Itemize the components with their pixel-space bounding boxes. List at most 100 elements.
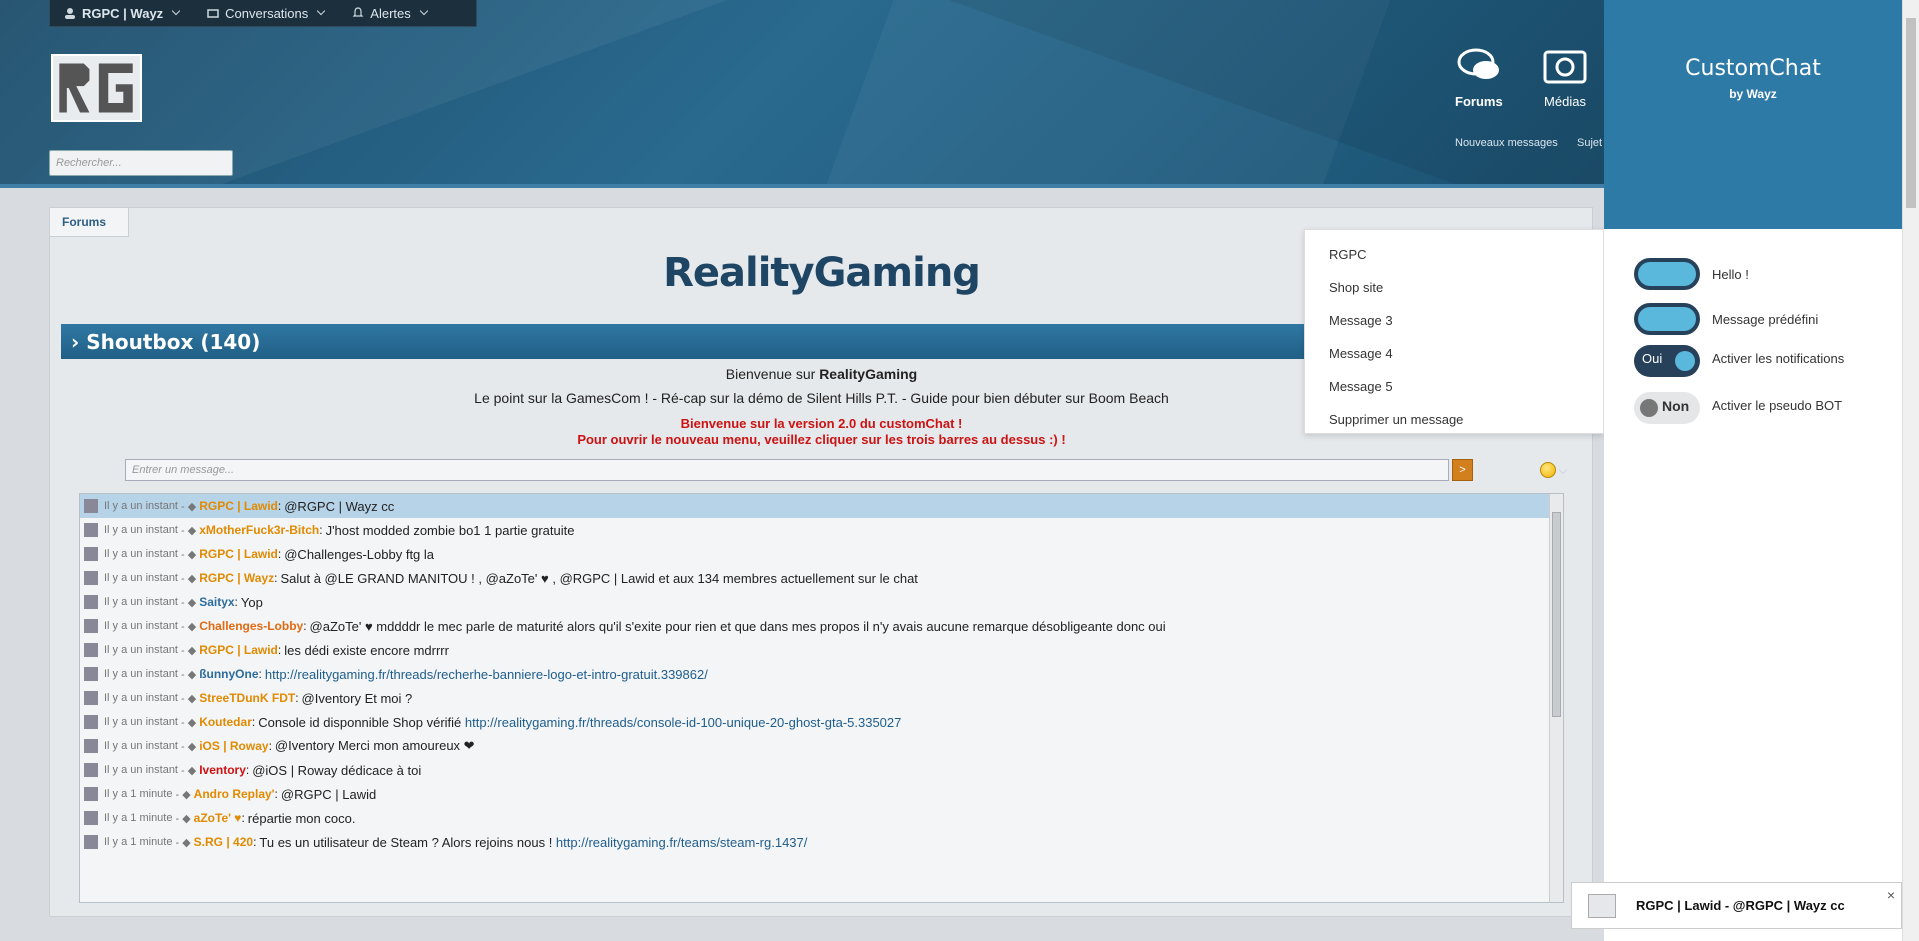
message-time: Il y a un instant: [104, 572, 178, 584]
message-user[interactable]: S.RG | 420: [194, 835, 253, 849]
tag-icon: - ◆: [181, 572, 197, 585]
option-notifications[interactable]: Oui Activer les notifications: [1634, 345, 1844, 377]
alerts-menu[interactable]: Alertes: [338, 0, 440, 26]
welcome-text: Bienvenue sur: [725, 366, 820, 382]
message-time: Il y a un instant: [104, 500, 178, 512]
message-user[interactable]: RGPC | Lawid: [199, 643, 278, 657]
message-link[interactable]: http://realitygaming.fr/threads/console-…: [465, 715, 901, 730]
avatar[interactable]: [84, 547, 98, 561]
search-input[interactable]: Rechercher...: [49, 150, 233, 176]
avatar[interactable]: [84, 643, 98, 657]
chat-bubbles-icon: [1457, 48, 1499, 79]
message-user[interactable]: RGPC | Lawid: [199, 499, 278, 513]
dropdown-item[interactable]: Shop site: [1305, 271, 1603, 304]
customchat-header: CustomChat by Wayz: [1604, 0, 1902, 229]
avatar[interactable]: [84, 571, 98, 585]
chat-scrollbar[interactable]: [1549, 494, 1563, 902]
message-time: Il y a un instant: [104, 764, 178, 776]
predefined-toggle[interactable]: [1634, 303, 1700, 335]
message-time: Il y a un instant: [104, 524, 178, 536]
message-text: @iOS | Roway dédicace à toi: [252, 762, 422, 778]
chevron-down-icon: [419, 6, 428, 16]
chat-message: Il y a 1 minute - ◆ aZoTe' ♥: répartie mon …: [80, 806, 1563, 830]
message-user[interactable]: iOS | Roway: [199, 739, 268, 753]
avatar[interactable]: [84, 811, 98, 825]
close-icon[interactable]: ×: [1887, 887, 1895, 903]
message-time: Il y a un instant: [104, 668, 178, 680]
hello-toggle[interactable]: [1634, 258, 1700, 290]
avatar[interactable]: [84, 619, 98, 633]
chat-message: Il y a 1 minute - ◆ Andro Replay': @RGPC | …: [80, 782, 1563, 806]
breadcrumb: Forums: [49, 207, 130, 237]
message-text: http://realitygaming.fr/threads/recherhe…: [265, 667, 708, 682]
message-time: Il y a 1 minute: [104, 788, 173, 800]
conversations-menu[interactable]: Conversations: [193, 0, 338, 26]
message-user[interactable]: Andro Replay': [194, 787, 275, 801]
option-bot[interactable]: Non Activer le pseudo BOT: [1634, 392, 1842, 424]
dropdown-item[interactable]: Message 3: [1305, 304, 1603, 337]
option-hello[interactable]: Hello !: [1634, 258, 1749, 290]
subnav-threads[interactable]: Sujet: [1577, 137, 1602, 149]
bell-icon: [352, 7, 364, 17]
message-user[interactable]: RGPC | Lawid: [199, 547, 278, 561]
avatar[interactable]: [84, 763, 98, 777]
subnav-new-posts[interactable]: Nouveaux messages: [1455, 137, 1558, 149]
page-scrollbar[interactable]: [1902, 0, 1919, 941]
site-logo[interactable]: [51, 54, 142, 122]
message-time: Il y a un instant: [104, 716, 178, 728]
tag-icon: - ◆: [181, 764, 197, 777]
avatar[interactable]: [84, 787, 98, 801]
nav-forums[interactable]: Forums: [1455, 46, 1503, 109]
dropdown-item[interactable]: RGPC: [1305, 238, 1603, 271]
message-time: Il y a un instant: [104, 740, 178, 752]
message-user[interactable]: aZoTe' ♥: [194, 811, 242, 825]
message-user[interactable]: ßunnyOne: [199, 667, 258, 681]
message-link[interactable]: http://realitygaming.fr/teams/steam-rg.1…: [556, 835, 807, 850]
message-link[interactable]: http://realitygaming.fr/threads/recherhe…: [265, 667, 708, 682]
avatar[interactable]: [84, 523, 98, 537]
message-user[interactable]: xMotherFuck3r-Bitch: [199, 523, 319, 537]
bot-toggle[interactable]: Non: [1634, 392, 1700, 424]
smiley-picker-button[interactable]: [1540, 461, 1568, 478]
avatar[interactable]: [84, 715, 98, 729]
announcement-text: Le point sur la GamesCom ! - Ré-cap sur …: [474, 390, 1169, 406]
send-button[interactable]: >: [1452, 459, 1473, 481]
message-time: Il y a 1 minute: [104, 836, 173, 848]
message-text: les dédi existe encore mdrrrr: [284, 642, 449, 658]
avatar[interactable]: [84, 739, 98, 753]
message-user[interactable]: Iventory: [199, 763, 246, 777]
notifications-toggle[interactable]: Oui: [1634, 345, 1700, 377]
tag-icon: - ◆: [181, 692, 197, 705]
message-user[interactable]: StreeTDunK FDT: [199, 691, 295, 705]
breadcrumb-forums[interactable]: Forums: [49, 207, 130, 237]
avatar[interactable]: [84, 499, 98, 513]
tag-icon: - ◆: [181, 620, 197, 633]
message-text: répartie mon coco.: [247, 810, 356, 826]
user-menu[interactable]: RGPC | Wayz: [50, 0, 193, 26]
message-text: @aZoTe' ♥ mddddr le mec parle de maturit…: [309, 618, 1166, 634]
message-time: Il y a un instant: [104, 692, 178, 704]
message-input[interactable]: Entrer un message...: [125, 459, 1449, 481]
dropdown-item[interactable]: Message 5: [1305, 370, 1603, 403]
page-scrollbar-thumb[interactable]: [1906, 18, 1916, 208]
avatar[interactable]: [84, 691, 98, 705]
message-text: @Iventory Et moi ?: [301, 690, 413, 706]
chevron-down-icon: [317, 6, 326, 16]
avatar[interactable]: [84, 835, 98, 849]
avatar[interactable]: [84, 595, 98, 609]
option-predefined[interactable]: Message prédéfini: [1634, 303, 1818, 335]
avatar[interactable]: [84, 667, 98, 681]
message-user[interactable]: Challenges-Lobby: [199, 619, 303, 633]
scrollbar-thumb[interactable]: [1552, 512, 1561, 717]
rg-logo-icon: [59, 63, 133, 113]
dropdown-item[interactable]: Message 4: [1305, 337, 1603, 370]
toast-text: RGPC | Lawid - @RGPC | Wayz cc: [1636, 898, 1845, 913]
chat-message: Il y a un instant - ◆ RGPC | Lawid: @Challe…: [80, 542, 1563, 566]
message-user[interactable]: RGPC | Wayz: [199, 571, 274, 585]
nav-medias[interactable]: Médias: [1543, 46, 1587, 109]
chat-message: Il y a un instant - ◆ RGPC | Wayz: Salut à …: [80, 566, 1563, 590]
message-user[interactable]: Koutedar: [199, 715, 252, 729]
message-user[interactable]: Saityx: [199, 595, 234, 609]
notification-toast[interactable]: RGPC | Lawid - @RGPC | Wayz cc ×: [1571, 882, 1902, 929]
dropdown-item[interactable]: Supprimer un message: [1305, 403, 1603, 436]
